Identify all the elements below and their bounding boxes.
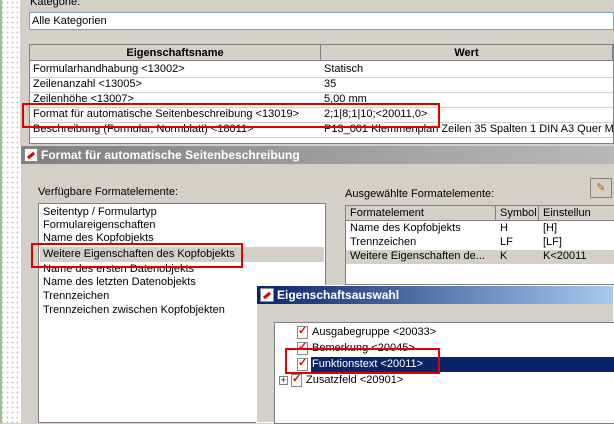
list-item[interactable]: Trennzeichen <box>43 290 109 303</box>
cell-element[interactable]: Name des Kopfobjekts <box>346 222 496 235</box>
format-dialog-title: Format für automatische Seitenbeschreibu… <box>41 148 300 162</box>
column-header-symbol[interactable]: Symbol <box>496 206 539 221</box>
highlight-frame <box>285 348 440 374</box>
edit-button[interactable]: ✎ <box>590 178 612 198</box>
column-header-setting[interactable]: Einstellun <box>539 206 614 221</box>
property-value[interactable]: Statisch <box>321 62 613 77</box>
list-item[interactable]: Seitentyp / Formulartyp <box>43 206 157 219</box>
kategorie-select[interactable]: Alle Kategorien <box>29 12 614 30</box>
table-row[interactable]: Formularhandhabung <13002> Statisch <box>30 62 613 78</box>
app-icon <box>260 288 274 302</box>
grid-edge <box>0 0 2 423</box>
tree-item[interactable]: + Zusatzfeld <20901> <box>279 372 404 388</box>
list-item[interactable]: Trennzeichen zwischen Kopfobjekten <box>43 304 225 317</box>
column-header-element[interactable]: Formatelement <box>346 206 496 221</box>
highlight-frame <box>31 243 243 268</box>
property-dialog-title: Eigenschaftsauswahl <box>277 288 400 302</box>
tree-item[interactable]: Ausgabegruppe <20033> <box>297 324 437 340</box>
property-name: Zeilenanzahl <13005> <box>33 78 142 90</box>
property-name: Formularhandhabung <13002> <box>33 63 185 75</box>
property-table: Eigenschaftsname Wert Formularhandhabung… <box>29 44 614 144</box>
cell-symbol[interactable]: K <box>496 250 539 263</box>
column-header-name[interactable]: Eigenschaftsname <box>30 45 321 61</box>
column-header-value[interactable]: Wert <box>321 45 613 61</box>
tree-item-label: Ausgabegruppe <20033> <box>312 326 437 338</box>
cell-setting[interactable]: K<20011 <box>539 250 614 263</box>
table-row[interactable]: Zeilenanzahl <13005> 35 <box>30 77 613 93</box>
property-value[interactable]: 35 <box>321 77 613 92</box>
highlight-frame <box>22 103 440 128</box>
background-dotted-area <box>0 0 20 423</box>
property-icon <box>297 324 308 339</box>
selected-elements-table[interactable]: Formatelement Symbol Einstellun Name des… <box>345 205 614 285</box>
cell-symbol[interactable]: LF <box>496 236 539 249</box>
app-icon <box>24 148 38 162</box>
cell-setting[interactable]: [LF] <box>539 236 614 249</box>
cell-symbol[interactable]: H <box>496 222 539 235</box>
tree-item-label: Zusatzfeld <20901> <box>306 374 404 386</box>
property-dialog-titlebar[interactable]: Eigenschaftsauswahl <box>257 286 613 304</box>
cell-setting[interactable]: [H] <box>539 222 614 235</box>
property-icon <box>291 372 302 387</box>
list-item[interactable]: Formulareigenschaften <box>43 219 156 232</box>
format-dialog-titlebar[interactable]: Format für automatische Seitenbeschreibu… <box>21 146 614 164</box>
cell-element[interactable]: Trennzeichen <box>346 236 496 249</box>
list-item[interactable]: Name des letzten Datenobjekts <box>43 276 196 289</box>
available-label: Verfügbare Formatelemente: <box>38 186 179 198</box>
selected-label: Ausgewählte Formatelemente: <box>345 188 495 200</box>
cell-element[interactable]: Weitere Eigenschaften de... <box>346 250 496 263</box>
expand-icon[interactable]: + <box>279 375 288 385</box>
pencil-icon: ✎ <box>596 182 606 194</box>
kategorie-label: Kategorie: <box>30 0 81 8</box>
